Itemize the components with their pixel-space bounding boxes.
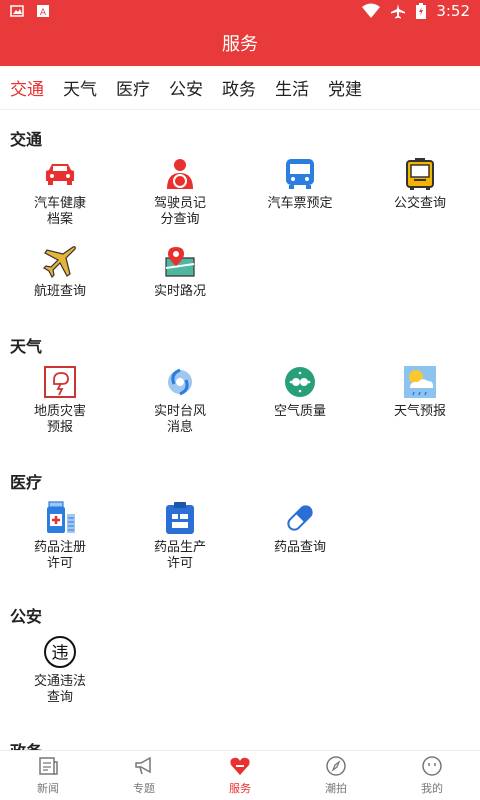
tab-life[interactable]: 生活 [275,75,309,100]
service-label-line: 汽车票预定 [267,196,333,211]
service-bus-ticket-booking[interactable]: 汽车票预定 [240,156,360,212]
service-label-line: 药品查询 [273,540,326,555]
service-traffic-violation-query[interactable]: 违 交通违法 查询 [0,634,120,706]
nav-label: 潮拍 [325,782,347,795]
airplane-icon [43,246,76,279]
typhoon-icon [168,368,192,396]
status-bar: A 3:52 [0,0,480,24]
service-list[interactable]: 交通 汽车健康 档案 驾驶员记 分查询 汽车票预定 公交查询 航班查询 实时路况… [0,110,480,750]
page-title: 服务 [0,24,480,66]
tab-weather[interactable]: 天气 [63,75,97,100]
section-title-weather: 天气 [10,337,43,356]
service-label-line: 分查询 [160,212,200,227]
service-label-line: 实时路况 [153,284,206,299]
car-icon [46,164,74,185]
section-title-government: 政务 [10,738,42,750]
service-label-line: 预报 [46,420,73,435]
service-weather-forecast[interactable]: 天气预报 [360,364,480,420]
nav-label: 我的 [421,782,443,795]
service-label-line: 消息 [166,420,193,435]
service-bus-route-query[interactable]: 公交查询 [360,156,480,212]
section-title-medical: 医疗 [10,473,43,492]
geological-warning-icon [44,366,76,398]
clipboard-icon [166,502,194,534]
battery-icon [416,3,427,19]
violation-glyph: 违 [52,644,69,664]
image-notification-icon [10,5,24,17]
nav-snapshots[interactable]: 潮拍 [288,751,384,800]
air-quality-icon [285,367,315,397]
tab-party[interactable]: 党建 [328,75,362,100]
nav-news[interactable]: 新闻 [0,751,96,800]
tab-medical[interactable]: 医疗 [116,75,150,100]
weather-forecast-icon [404,366,436,398]
section-title-police: 公安 [10,607,43,626]
bus-front-icon [406,158,434,190]
nav-topics[interactable]: 专题 [96,751,192,800]
pill-icon [287,505,313,531]
service-label-line: 实时台风 [153,404,206,419]
status-time: 3:52 [436,2,470,20]
category-tabs: 交通 天气 医疗 公安 政务 生活 党建 [0,66,480,110]
service-label-line: 天气预报 [393,404,446,419]
service-drug-query[interactable]: 药品查询 [240,500,360,556]
service-label-line: 交通违法 [33,674,86,689]
service-label-line: 查询 [46,690,73,705]
medicine-bottle-icon [47,501,75,533]
service-car-health-record[interactable]: 汽车健康 档案 [0,156,120,228]
service-label-line: 空气质量 [273,404,326,419]
wifi-icon [362,3,381,18]
service-typhoon-news[interactable]: 实时台风 消息 [120,364,240,436]
service-label-line: 档案 [46,212,73,227]
service-air-quality[interactable]: 空气质量 [240,364,360,420]
service-live-traffic[interactable]: 实时路况 [120,244,240,300]
tab-police[interactable]: 公安 [169,75,203,100]
driver-icon [167,159,193,189]
service-drug-registration-license[interactable]: 药品注册 许可 [0,500,120,572]
airplane-mode-icon [391,4,406,19]
bus-icon [286,159,314,189]
nav-label: 新闻 [37,782,59,795]
nav-label: 专题 [133,782,155,795]
news-icon [39,757,58,775]
bottom-navigation: 新闻 专题 服务 潮拍 我的 [0,750,480,800]
service-label-line: 许可 [166,556,193,571]
service-label-line: 航班查询 [33,284,86,299]
nav-label: 服务 [229,782,251,795]
service-label-line: 许可 [46,556,73,571]
smiley-icon [422,756,442,776]
service-label-line: 公交查询 [393,196,446,211]
service-label-line: 药品生产 [153,540,206,555]
nav-services[interactable]: 服务 [192,751,288,800]
service-label-line: 汽车健康 [33,196,86,211]
service-label-line: 药品注册 [33,540,86,555]
compass-icon [326,756,346,776]
svg-text:A: A [40,8,47,18]
app-notification-icon: A [37,5,49,18]
service-driver-points-query[interactable]: 驾驶员记 分查询 [120,156,240,228]
map-pin-icon [165,247,195,277]
violation-stamp-icon: 违 [44,636,76,668]
megaphone-icon [135,756,151,775]
heart-icon [230,757,250,775]
nav-me[interactable]: 我的 [384,751,480,800]
tab-traffic[interactable]: 交通 [10,75,44,100]
tab-government[interactable]: 政务 [222,75,256,100]
service-geological-disaster-forecast[interactable]: 地质灾害 预报 [0,364,120,436]
service-flight-query[interactable]: 航班查询 [0,244,120,300]
service-label-line: 地质灾害 [33,404,86,419]
service-label-line: 驾驶员记 [153,196,206,211]
service-drug-production-license[interactable]: 药品生产 许可 [120,500,240,572]
section-title-traffic: 交通 [10,130,43,149]
